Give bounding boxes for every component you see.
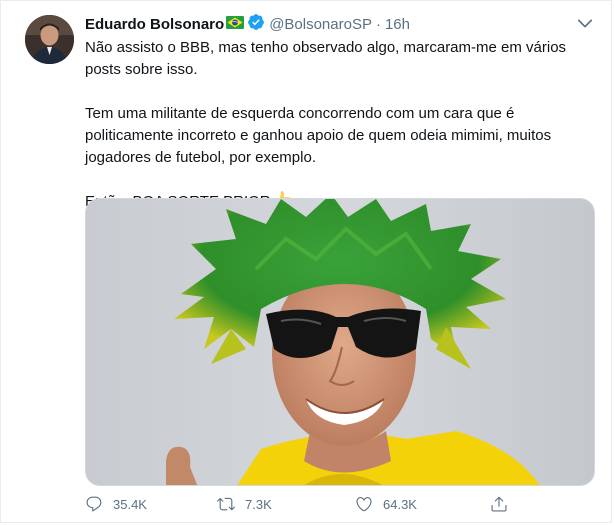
tweet-paragraph: Tem uma militante de esquerda concorrend…: [85, 105, 552, 166]
author-name[interactable]: Eduardo Bolsonaro: [85, 16, 224, 33]
author-handle[interactable]: @BolsonaroSP: [269, 16, 372, 33]
reply-button[interactable]: 35.4K: [85, 495, 147, 513]
author-avatar[interactable]: [25, 15, 74, 64]
header-separator: ·: [375, 15, 381, 33]
tweet-text: Não assisto o BBB, mas tenho observado a…: [85, 37, 590, 216]
tweet-header: Eduardo Bolsonaro @BolsonaroSP · 16h: [85, 13, 410, 35]
retweet-icon: [217, 497, 235, 511]
retweet-button[interactable]: 7.3K: [217, 495, 272, 513]
verified-badge-icon: [247, 13, 265, 35]
tweet-photo[interactable]: [85, 198, 595, 486]
chevron-down-icon[interactable]: [575, 13, 595, 33]
tweet-timestamp[interactable]: 16h: [385, 16, 410, 33]
share-icon: [491, 496, 507, 512]
share-button[interactable]: [490, 495, 518, 513]
like-button[interactable]: 64.3K: [355, 495, 417, 513]
tweet-paragraph: Não assisto o BBB, mas tenho observado a…: [85, 39, 567, 78]
reply-count: 35.4K: [113, 496, 147, 512]
heart-icon: [356, 497, 372, 512]
brazil-flag-icon: [226, 15, 245, 33]
tweet-actions: 35.4K 7.3K 64.3K: [85, 495, 507, 517]
reply-icon: [86, 496, 102, 512]
retweet-count: 7.3K: [245, 496, 272, 512]
tweet-card[interactable]: Eduardo Bolsonaro @BolsonaroSP · 16h Não…: [0, 0, 612, 523]
like-count: 64.3K: [383, 496, 417, 512]
